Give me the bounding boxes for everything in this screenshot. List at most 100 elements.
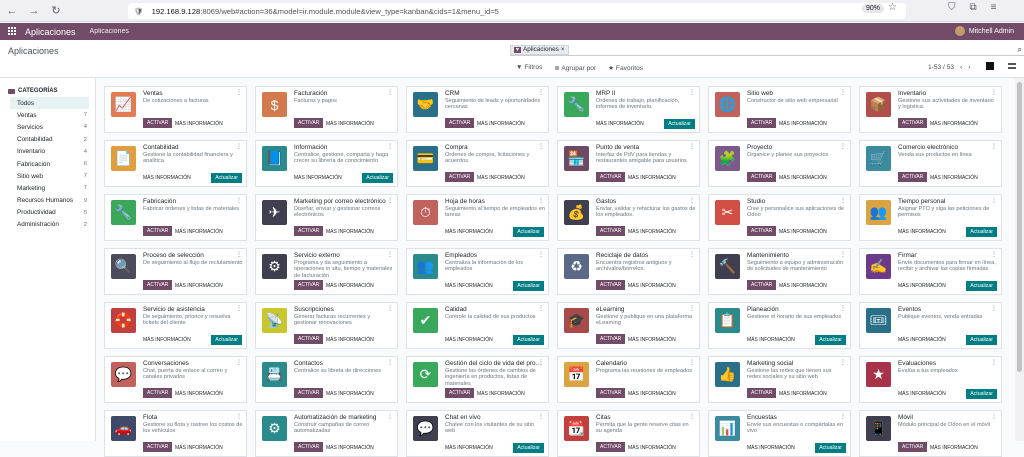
update-button[interactable]: Actualizar bbox=[513, 227, 544, 237]
activate-button[interactable]: ACTIVAR bbox=[294, 226, 324, 236]
more-info-link[interactable]: MÁS INFORMACIÓN bbox=[779, 121, 827, 127]
more-info-link[interactable]: MÁS INFORMACIÓN bbox=[779, 229, 827, 235]
more-info-link[interactable]: MÁS INFORMACIÓN bbox=[477, 121, 525, 127]
more-info-link[interactable]: MÁS INFORMACIÓN bbox=[930, 121, 978, 127]
activate-button[interactable]: ACTIVAR bbox=[143, 280, 173, 290]
apps-menu-icon[interactable] bbox=[8, 27, 17, 36]
update-button[interactable]: Actualizar bbox=[966, 389, 997, 399]
more-info-link[interactable]: MÁS INFORMACIÓN bbox=[779, 175, 827, 181]
more-info-link[interactable]: MÁS INFORMACIÓN bbox=[628, 391, 676, 397]
more-info-link[interactable]: MÁS INFORMACIÓN bbox=[445, 283, 493, 289]
activate-button[interactable]: ACTIVAR bbox=[294, 442, 324, 452]
more-info-link[interactable]: MÁS INFORMACIÓN bbox=[326, 121, 374, 127]
more-info-link[interactable]: MÁS INFORMACIÓN bbox=[326, 445, 374, 451]
search-input[interactable] bbox=[572, 46, 1018, 53]
activate-button[interactable]: ACTIVAR bbox=[596, 442, 626, 452]
activate-button[interactable]: ACTIVAR bbox=[898, 172, 928, 182]
search-bar[interactable]: ▼ Aplicaciones × ⌕ bbox=[510, 44, 1024, 56]
more-info-link[interactable]: MÁS INFORMACIÓN bbox=[779, 391, 827, 397]
more-info-link[interactable]: MÁS INFORMACIÓN bbox=[747, 337, 795, 343]
more-info-link[interactable]: MÁS INFORMACIÓN bbox=[628, 175, 676, 181]
kebab-menu-icon[interactable]: ⋮ bbox=[236, 251, 242, 258]
kebab-menu-icon[interactable]: ⋮ bbox=[689, 359, 695, 366]
list-view-icon[interactable] bbox=[1008, 63, 1016, 69]
sidebar-item[interactable]: Recursos Humanos 9 bbox=[0, 195, 95, 207]
more-info-link[interactable]: MÁS INFORMACIÓN bbox=[628, 229, 676, 235]
kebab-menu-icon[interactable]: ⋮ bbox=[840, 413, 846, 420]
sidebar-item[interactable]: Productividad 5 bbox=[0, 207, 95, 219]
more-info-link[interactable]: MÁS INFORMACIÓN bbox=[898, 283, 946, 289]
bookmark-star-icon[interactable]: ☆ bbox=[888, 2, 897, 13]
more-info-link[interactable]: MÁS INFORMACIÓN bbox=[477, 391, 525, 397]
kebab-menu-icon[interactable]: ⋮ bbox=[236, 143, 242, 150]
kebab-menu-icon[interactable]: ⋮ bbox=[236, 305, 242, 312]
kebab-menu-icon[interactable]: ⋮ bbox=[236, 89, 242, 96]
sidebar-item[interactable]: Todos bbox=[10, 97, 89, 110]
kebab-menu-icon[interactable]: ⋮ bbox=[387, 359, 393, 366]
update-button[interactable]: Actualizar bbox=[513, 335, 544, 345]
kebab-menu-icon[interactable]: ⋮ bbox=[538, 143, 544, 150]
activate-button[interactable]: ACTIVAR bbox=[596, 280, 626, 290]
menu-icon[interactable]: ≡ bbox=[991, 2, 997, 13]
kebab-menu-icon[interactable]: ⋮ bbox=[538, 89, 544, 96]
kebab-menu-icon[interactable]: ⋮ bbox=[387, 89, 393, 96]
more-info-link[interactable]: MÁS INFORMACIÓN bbox=[143, 337, 191, 343]
update-button[interactable]: Actualizar bbox=[966, 227, 997, 237]
kebab-menu-icon[interactable]: ⋮ bbox=[387, 143, 393, 150]
sidebar-item[interactable]: Administración 2 bbox=[0, 219, 95, 231]
sidebar-item[interactable]: Fabricación 6 bbox=[0, 158, 95, 170]
activate-button[interactable]: ACTIVAR bbox=[143, 118, 173, 128]
update-button[interactable]: Actualizar bbox=[815, 335, 846, 345]
search-icon[interactable]: ⌕ bbox=[1018, 45, 1022, 55]
more-info-link[interactable]: MÁS INFORMACIÓN bbox=[628, 445, 676, 451]
update-button[interactable]: Actualizar bbox=[211, 335, 242, 345]
update-button[interactable]: Actualizar bbox=[966, 281, 997, 291]
more-info-link[interactable]: MÁS INFORMACIÓN bbox=[930, 175, 978, 181]
kebab-menu-icon[interactable]: ⋮ bbox=[689, 89, 695, 96]
kebab-menu-icon[interactable]: ⋮ bbox=[840, 359, 846, 366]
kebab-menu-icon[interactable]: ⋮ bbox=[387, 413, 393, 420]
more-info-link[interactable]: MÁS INFORMACIÓN bbox=[445, 337, 493, 343]
update-button[interactable]: Actualizar bbox=[211, 173, 242, 183]
pager-value[interactable]: 1-53 / 53 bbox=[928, 64, 954, 71]
kanban-view-icon[interactable] bbox=[986, 62, 994, 70]
menu-aplicaciones[interactable]: Aplicaciones bbox=[90, 28, 129, 35]
activate-button[interactable]: ACTIVAR bbox=[445, 172, 475, 182]
kebab-menu-icon[interactable]: ⋮ bbox=[991, 305, 997, 312]
group-by-button[interactable]: ≣ Agrupar por bbox=[554, 64, 596, 72]
activate-button[interactable]: ACTIVAR bbox=[445, 388, 475, 398]
kebab-menu-icon[interactable]: ⋮ bbox=[991, 143, 997, 150]
activate-button[interactable]: ACTIVAR bbox=[747, 280, 777, 290]
kebab-menu-icon[interactable]: ⋮ bbox=[538, 251, 544, 258]
more-info-link[interactable]: MÁS INFORMACIÓN bbox=[175, 121, 223, 127]
activate-button[interactable]: ACTIVAR bbox=[445, 118, 475, 128]
kebab-menu-icon[interactable]: ⋮ bbox=[387, 197, 393, 204]
update-button[interactable]: Actualizar bbox=[513, 443, 544, 453]
kebab-menu-icon[interactable]: ⋮ bbox=[840, 197, 846, 204]
update-button[interactable]: Actualizar bbox=[513, 281, 544, 291]
more-info-link[interactable]: MÁS INFORMACIÓN bbox=[628, 283, 676, 289]
kebab-menu-icon[interactable]: ⋮ bbox=[689, 413, 695, 420]
kebab-menu-icon[interactable]: ⋮ bbox=[538, 359, 544, 366]
update-button[interactable]: Actualizar bbox=[815, 443, 846, 453]
pager-prev-icon[interactable]: ‹ bbox=[960, 64, 962, 71]
kebab-menu-icon[interactable]: ⋮ bbox=[991, 413, 997, 420]
activate-button[interactable]: ACTIVAR bbox=[747, 226, 777, 236]
activate-button[interactable]: ACTIVAR bbox=[898, 442, 928, 452]
more-info-link[interactable]: MÁS INFORMACIÓN bbox=[175, 229, 223, 235]
address-bar[interactable]: 🛡 192.168.9.128 :8069/web#action=36&mode… bbox=[128, 3, 906, 19]
kebab-menu-icon[interactable]: ⋮ bbox=[538, 413, 544, 420]
kebab-menu-icon[interactable]: ⋮ bbox=[236, 359, 242, 366]
zoom-level[interactable]: 90% bbox=[862, 4, 885, 13]
user-menu[interactable]: Mitchell Admin bbox=[954, 26, 1014, 36]
activate-button[interactable]: ACTIVAR bbox=[596, 334, 626, 344]
kebab-menu-icon[interactable]: ⋮ bbox=[538, 305, 544, 312]
more-info-link[interactable]: MÁS INFORMACIÓN bbox=[898, 229, 946, 235]
search-facet[interactable]: ▼ Aplicaciones × bbox=[510, 44, 569, 55]
activate-button[interactable]: ACTIVAR bbox=[294, 280, 324, 290]
update-button[interactable]: Actualizar bbox=[664, 119, 695, 129]
kebab-menu-icon[interactable]: ⋮ bbox=[840, 305, 846, 312]
more-info-link[interactable]: MÁS INFORMACIÓN bbox=[930, 445, 978, 451]
kebab-menu-icon[interactable]: ⋮ bbox=[689, 305, 695, 312]
back-icon[interactable]: ← bbox=[4, 5, 20, 17]
